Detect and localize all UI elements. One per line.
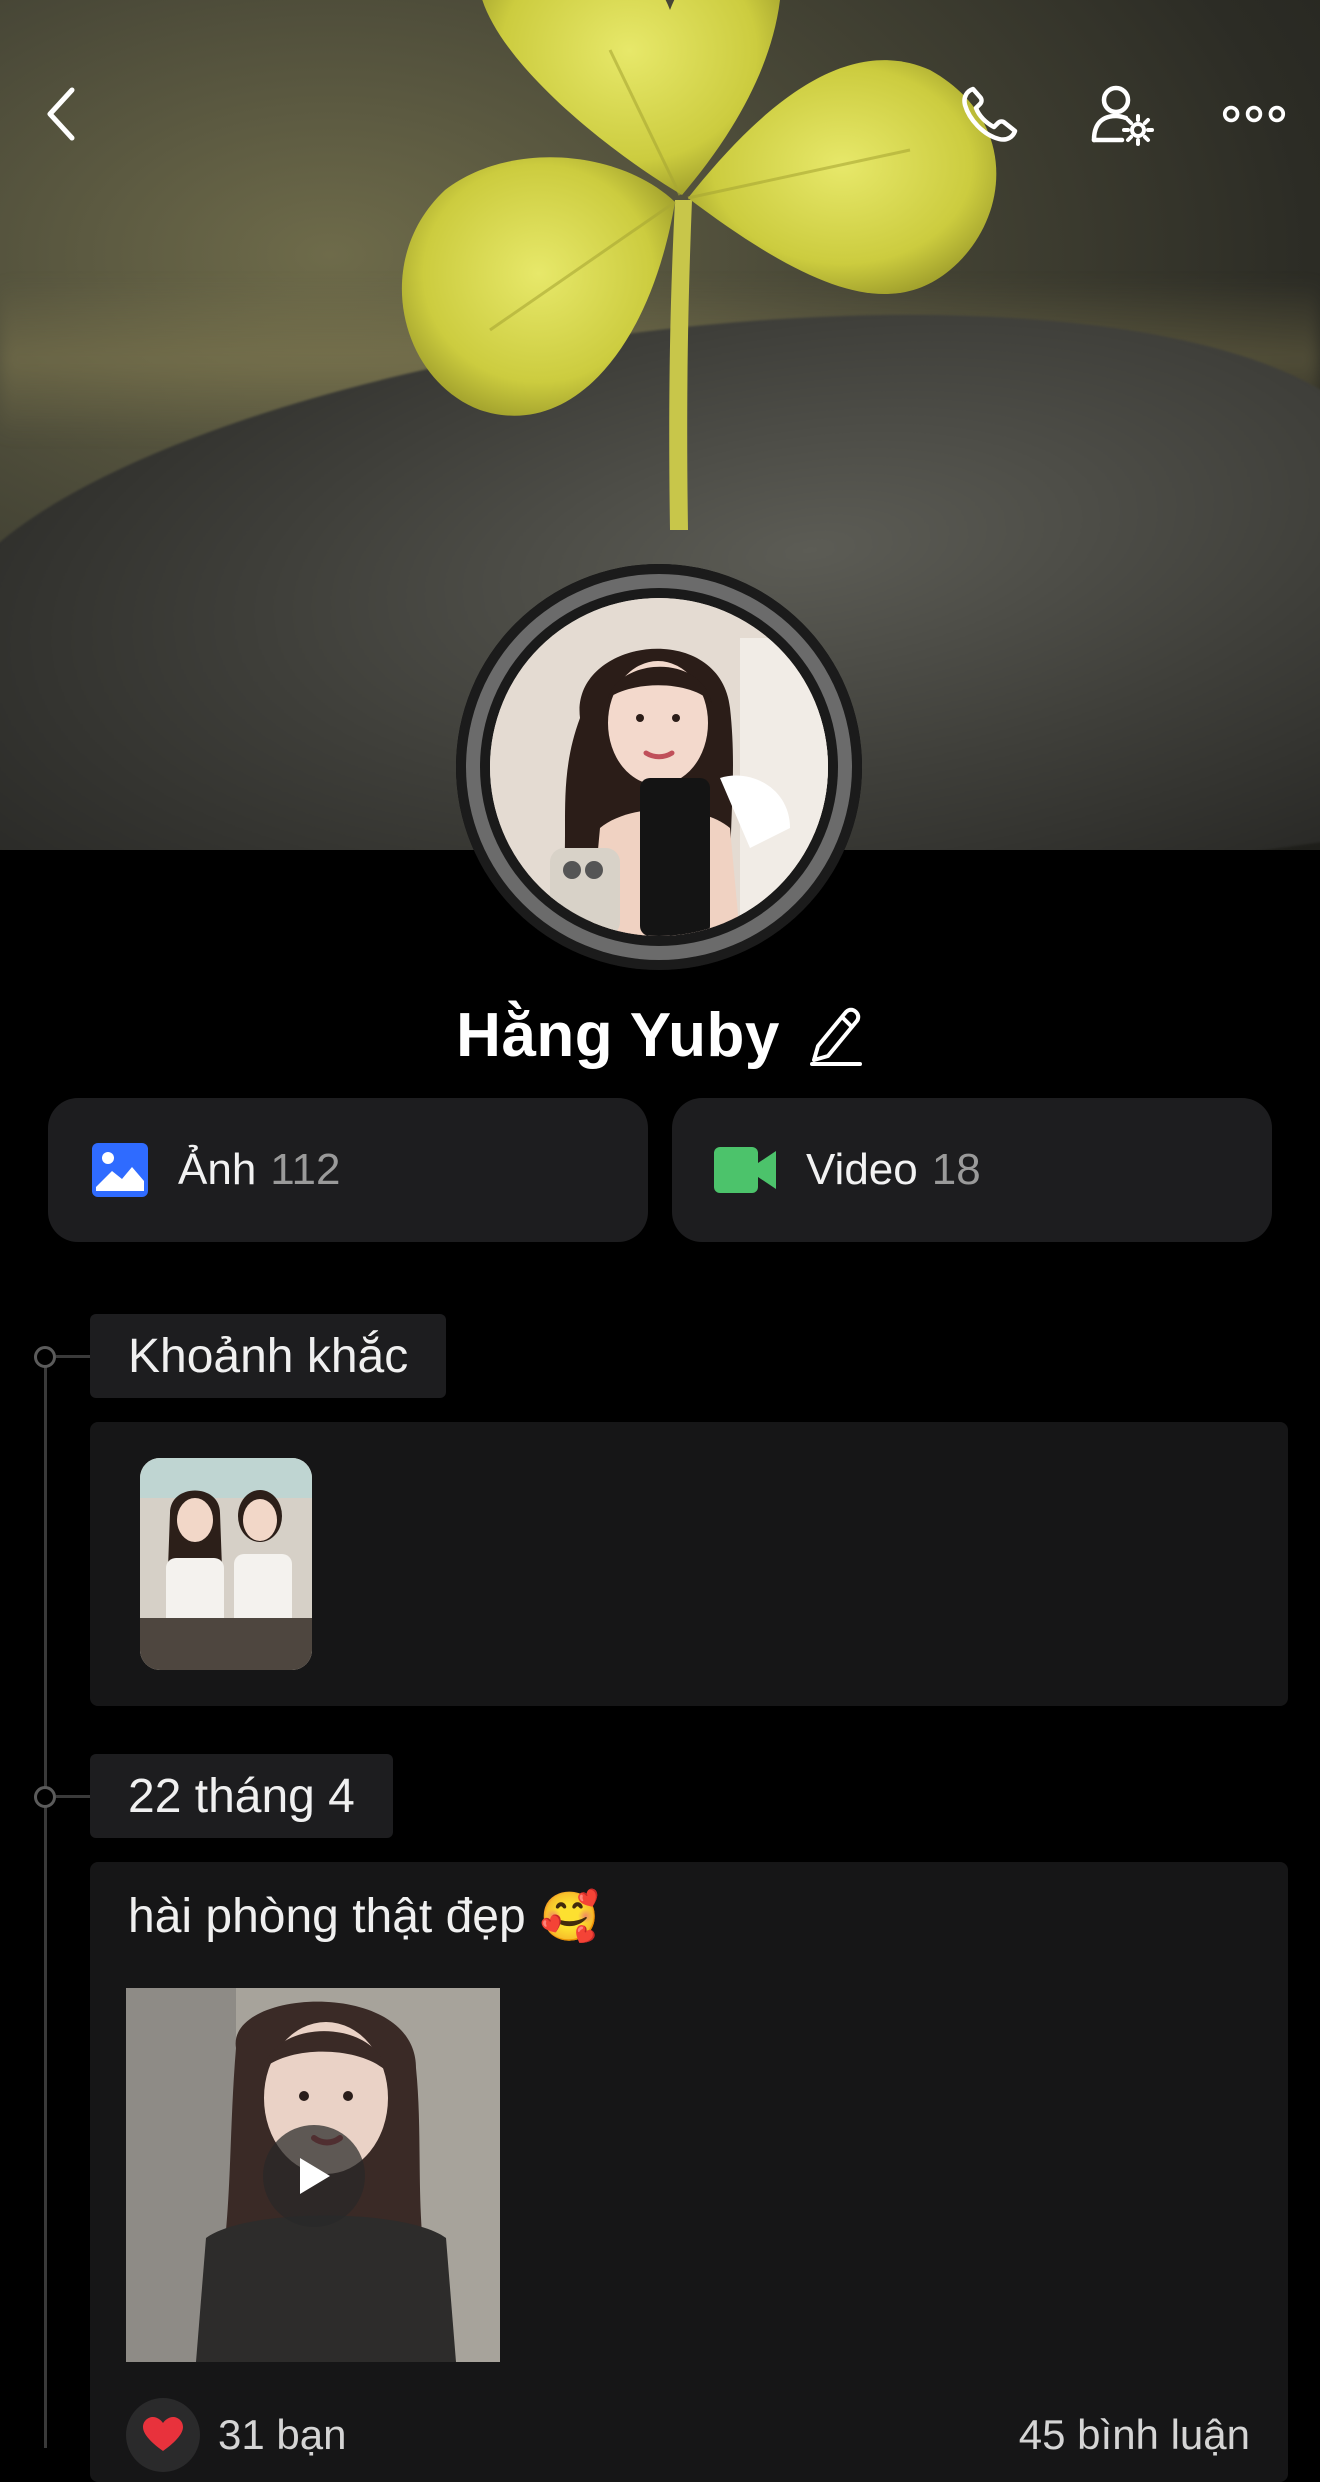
post-date-header: 22 tháng 4 — [90, 1754, 393, 1838]
phone-icon — [962, 86, 1018, 142]
avatar-ring-outer — [466, 574, 852, 960]
photos-count: 112 — [270, 1145, 341, 1194]
comment-count[interactable]: 45 bình luận — [1019, 2411, 1250, 2459]
timeline-line — [44, 1356, 47, 2448]
play-icon — [300, 2158, 330, 2194]
profile-name: Hằng Yuby — [456, 1000, 780, 1070]
post-text: hài phòng thật đẹp — [128, 1890, 526, 1943]
post-video[interactable] — [126, 1988, 500, 2362]
videos-button[interactable]: Video 18 — [672, 1098, 1272, 1242]
timeline-dot-moments — [34, 1346, 56, 1368]
reaction-count[interactable]: 31 bạn — [218, 2411, 346, 2459]
avatar-ring-inner — [480, 588, 838, 946]
reaction-button[interactable] — [126, 2398, 200, 2472]
profile-name-row: Hằng Yuby — [0, 990, 1320, 1080]
video-camera-icon — [714, 1147, 776, 1193]
avatar[interactable] — [456, 564, 862, 970]
moment-thumbnail[interactable] — [140, 1458, 312, 1670]
moments-card — [90, 1422, 1288, 1706]
play-button[interactable] — [263, 2125, 365, 2227]
videos-label: Video — [806, 1145, 918, 1194]
more-dots-icon — [1222, 105, 1286, 123]
videos-count: 18 — [931, 1145, 981, 1194]
back-button[interactable] — [30, 82, 94, 146]
moments-header: Khoảnh khắc — [90, 1314, 447, 1398]
more-options-button[interactable] — [1222, 82, 1286, 146]
avatar-photo — [490, 598, 828, 936]
timeline-dot-date — [34, 1786, 56, 1808]
pencil-icon — [809, 1007, 862, 1066]
clover-illustration — [401, 0, 997, 530]
moment-photo — [140, 1458, 312, 1670]
timeline-tick — [56, 1355, 90, 1358]
post-reactions-row: 31 bạn 45 bình luận — [126, 2398, 1250, 2472]
user-settings-icon — [1091, 85, 1154, 146]
photos-button[interactable]: Ảnh 112 — [48, 1098, 648, 1242]
smiling-hearts-emoji: 🥰 — [539, 1889, 600, 1945]
timeline-tick — [56, 1795, 90, 1798]
image-icon — [92, 1143, 148, 1197]
photos-label: Ảnh — [178, 1145, 257, 1194]
avatar-portrait — [490, 598, 828, 936]
post-card: hài phòng thật đẹp 🥰 31 bạn 45 bình luận — [90, 1862, 1288, 2482]
edit-name-button[interactable] — [808, 1004, 864, 1066]
post-caption: hài phòng thật đẹp 🥰 — [128, 1888, 599, 1945]
profile-settings-button[interactable] — [1090, 82, 1154, 146]
chevron-left-icon — [47, 87, 75, 141]
call-button[interactable] — [958, 82, 1022, 146]
